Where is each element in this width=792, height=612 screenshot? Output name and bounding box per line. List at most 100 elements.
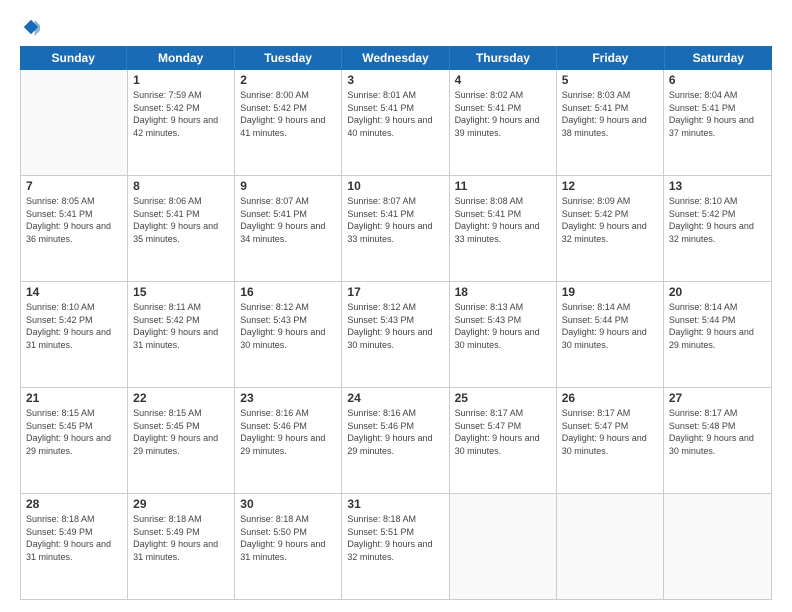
calendar-cell: 3 Sunrise: 8:01 AM Sunset: 5:41 PM Dayli…	[342, 70, 449, 175]
day-number: 2	[240, 73, 336, 87]
cell-info: Sunrise: 8:10 AM Sunset: 5:42 PM Dayligh…	[669, 195, 766, 245]
cell-info: Sunrise: 8:16 AM Sunset: 5:46 PM Dayligh…	[240, 407, 336, 457]
sunset-label: Sunset: 5:42 PM	[26, 315, 93, 325]
cell-info: Sunrise: 8:07 AM Sunset: 5:41 PM Dayligh…	[240, 195, 336, 245]
daylight-label: Daylight: 9 hours and 30 minutes.	[562, 433, 647, 456]
sunset-label: Sunset: 5:42 PM	[240, 103, 307, 113]
header-day: Saturday	[665, 46, 772, 70]
sunrise-label: Sunrise: 8:17 AM	[455, 408, 524, 418]
daylight-label: Daylight: 9 hours and 29 minutes.	[669, 327, 754, 350]
cell-info: Sunrise: 8:09 AM Sunset: 5:42 PM Dayligh…	[562, 195, 658, 245]
sunrise-label: Sunrise: 8:00 AM	[240, 90, 309, 100]
daylight-label: Daylight: 9 hours and 34 minutes.	[240, 221, 325, 244]
header-day: Monday	[127, 46, 234, 70]
daylight-label: Daylight: 9 hours and 31 minutes.	[133, 539, 218, 562]
day-number: 3	[347, 73, 443, 87]
sunrise-label: Sunrise: 8:17 AM	[669, 408, 738, 418]
calendar-cell: 13 Sunrise: 8:10 AM Sunset: 5:42 PM Dayl…	[664, 176, 771, 281]
cell-info: Sunrise: 8:17 AM Sunset: 5:47 PM Dayligh…	[455, 407, 551, 457]
calendar-week: 28 Sunrise: 8:18 AM Sunset: 5:49 PM Dayl…	[21, 494, 771, 599]
sunset-label: Sunset: 5:41 PM	[562, 103, 629, 113]
cell-info: Sunrise: 8:16 AM Sunset: 5:46 PM Dayligh…	[347, 407, 443, 457]
calendar-cell: 4 Sunrise: 8:02 AM Sunset: 5:41 PM Dayli…	[450, 70, 557, 175]
calendar-week: 21 Sunrise: 8:15 AM Sunset: 5:45 PM Dayl…	[21, 388, 771, 494]
day-number: 4	[455, 73, 551, 87]
day-number: 25	[455, 391, 551, 405]
header-day: Thursday	[450, 46, 557, 70]
day-number: 28	[26, 497, 122, 511]
day-number: 29	[133, 497, 229, 511]
sunset-label: Sunset: 5:44 PM	[562, 315, 629, 325]
cell-info: Sunrise: 8:17 AM Sunset: 5:48 PM Dayligh…	[669, 407, 766, 457]
calendar-cell: 23 Sunrise: 8:16 AM Sunset: 5:46 PM Dayl…	[235, 388, 342, 493]
cell-info: Sunrise: 8:00 AM Sunset: 5:42 PM Dayligh…	[240, 89, 336, 139]
daylight-label: Daylight: 9 hours and 39 minutes.	[455, 115, 540, 138]
calendar-cell: 15 Sunrise: 8:11 AM Sunset: 5:42 PM Dayl…	[128, 282, 235, 387]
sunset-label: Sunset: 5:41 PM	[455, 209, 522, 219]
calendar-cell: 19 Sunrise: 8:14 AM Sunset: 5:44 PM Dayl…	[557, 282, 664, 387]
sunrise-label: Sunrise: 8:18 AM	[347, 514, 416, 524]
sunset-label: Sunset: 5:41 PM	[240, 209, 307, 219]
sunset-label: Sunset: 5:42 PM	[133, 315, 200, 325]
calendar-header: SundayMondayTuesdayWednesdayThursdayFrid…	[20, 46, 772, 70]
cell-info: Sunrise: 8:08 AM Sunset: 5:41 PM Dayligh…	[455, 195, 551, 245]
day-number: 11	[455, 179, 551, 193]
day-number: 20	[669, 285, 766, 299]
daylight-label: Daylight: 9 hours and 30 minutes.	[455, 433, 540, 456]
calendar-cell: 1 Sunrise: 7:59 AM Sunset: 5:42 PM Dayli…	[128, 70, 235, 175]
daylight-label: Daylight: 9 hours and 40 minutes.	[347, 115, 432, 138]
calendar-body: 1 Sunrise: 7:59 AM Sunset: 5:42 PM Dayli…	[20, 70, 772, 600]
header-day: Tuesday	[235, 46, 342, 70]
daylight-label: Daylight: 9 hours and 29 minutes.	[26, 433, 111, 456]
sunset-label: Sunset: 5:46 PM	[347, 421, 414, 431]
sunrise-label: Sunrise: 8:12 AM	[347, 302, 416, 312]
sunrise-label: Sunrise: 8:17 AM	[562, 408, 631, 418]
sunrise-label: Sunrise: 8:04 AM	[669, 90, 738, 100]
cell-info: Sunrise: 8:13 AM Sunset: 5:43 PM Dayligh…	[455, 301, 551, 351]
day-number: 15	[133, 285, 229, 299]
daylight-label: Daylight: 9 hours and 32 minutes.	[669, 221, 754, 244]
daylight-label: Daylight: 9 hours and 41 minutes.	[240, 115, 325, 138]
sunrise-label: Sunrise: 8:15 AM	[133, 408, 202, 418]
sunset-label: Sunset: 5:44 PM	[669, 315, 736, 325]
cell-info: Sunrise: 8:04 AM Sunset: 5:41 PM Dayligh…	[669, 89, 766, 139]
cell-info: Sunrise: 8:05 AM Sunset: 5:41 PM Dayligh…	[26, 195, 122, 245]
calendar-cell: 8 Sunrise: 8:06 AM Sunset: 5:41 PM Dayli…	[128, 176, 235, 281]
sunrise-label: Sunrise: 8:08 AM	[455, 196, 524, 206]
cell-info: Sunrise: 8:12 AM Sunset: 5:43 PM Dayligh…	[240, 301, 336, 351]
calendar-cell: 5 Sunrise: 8:03 AM Sunset: 5:41 PM Dayli…	[557, 70, 664, 175]
day-number: 24	[347, 391, 443, 405]
calendar: SundayMondayTuesdayWednesdayThursdayFrid…	[20, 46, 772, 600]
sunset-label: Sunset: 5:41 PM	[347, 103, 414, 113]
daylight-label: Daylight: 9 hours and 31 minutes.	[240, 539, 325, 562]
sunset-label: Sunset: 5:50 PM	[240, 527, 307, 537]
sunrise-label: Sunrise: 8:15 AM	[26, 408, 95, 418]
calendar-cell: 14 Sunrise: 8:10 AM Sunset: 5:42 PM Dayl…	[21, 282, 128, 387]
sunrise-label: Sunrise: 8:16 AM	[347, 408, 416, 418]
calendar-cell	[664, 494, 771, 599]
sunrise-label: Sunrise: 8:10 AM	[26, 302, 95, 312]
day-number: 30	[240, 497, 336, 511]
daylight-label: Daylight: 9 hours and 29 minutes.	[240, 433, 325, 456]
header-day: Friday	[557, 46, 664, 70]
daylight-label: Daylight: 9 hours and 33 minutes.	[347, 221, 432, 244]
cell-info: Sunrise: 8:14 AM Sunset: 5:44 PM Dayligh…	[562, 301, 658, 351]
sunset-label: Sunset: 5:48 PM	[669, 421, 736, 431]
sunrise-label: Sunrise: 7:59 AM	[133, 90, 202, 100]
daylight-label: Daylight: 9 hours and 36 minutes.	[26, 221, 111, 244]
cell-info: Sunrise: 8:17 AM Sunset: 5:47 PM Dayligh…	[562, 407, 658, 457]
cell-info: Sunrise: 7:59 AM Sunset: 5:42 PM Dayligh…	[133, 89, 229, 139]
day-number: 5	[562, 73, 658, 87]
sunrise-label: Sunrise: 8:14 AM	[562, 302, 631, 312]
cell-info: Sunrise: 8:01 AM Sunset: 5:41 PM Dayligh…	[347, 89, 443, 139]
page: SundayMondayTuesdayWednesdayThursdayFrid…	[0, 0, 792, 612]
sunrise-label: Sunrise: 8:14 AM	[669, 302, 738, 312]
calendar-cell: 22 Sunrise: 8:15 AM Sunset: 5:45 PM Dayl…	[128, 388, 235, 493]
sunset-label: Sunset: 5:42 PM	[562, 209, 629, 219]
sunset-label: Sunset: 5:42 PM	[133, 103, 200, 113]
cell-info: Sunrise: 8:02 AM Sunset: 5:41 PM Dayligh…	[455, 89, 551, 139]
calendar-week: 1 Sunrise: 7:59 AM Sunset: 5:42 PM Dayli…	[21, 70, 771, 176]
cell-info: Sunrise: 8:10 AM Sunset: 5:42 PM Dayligh…	[26, 301, 122, 351]
day-number: 31	[347, 497, 443, 511]
calendar-cell: 29 Sunrise: 8:18 AM Sunset: 5:49 PM Dayl…	[128, 494, 235, 599]
